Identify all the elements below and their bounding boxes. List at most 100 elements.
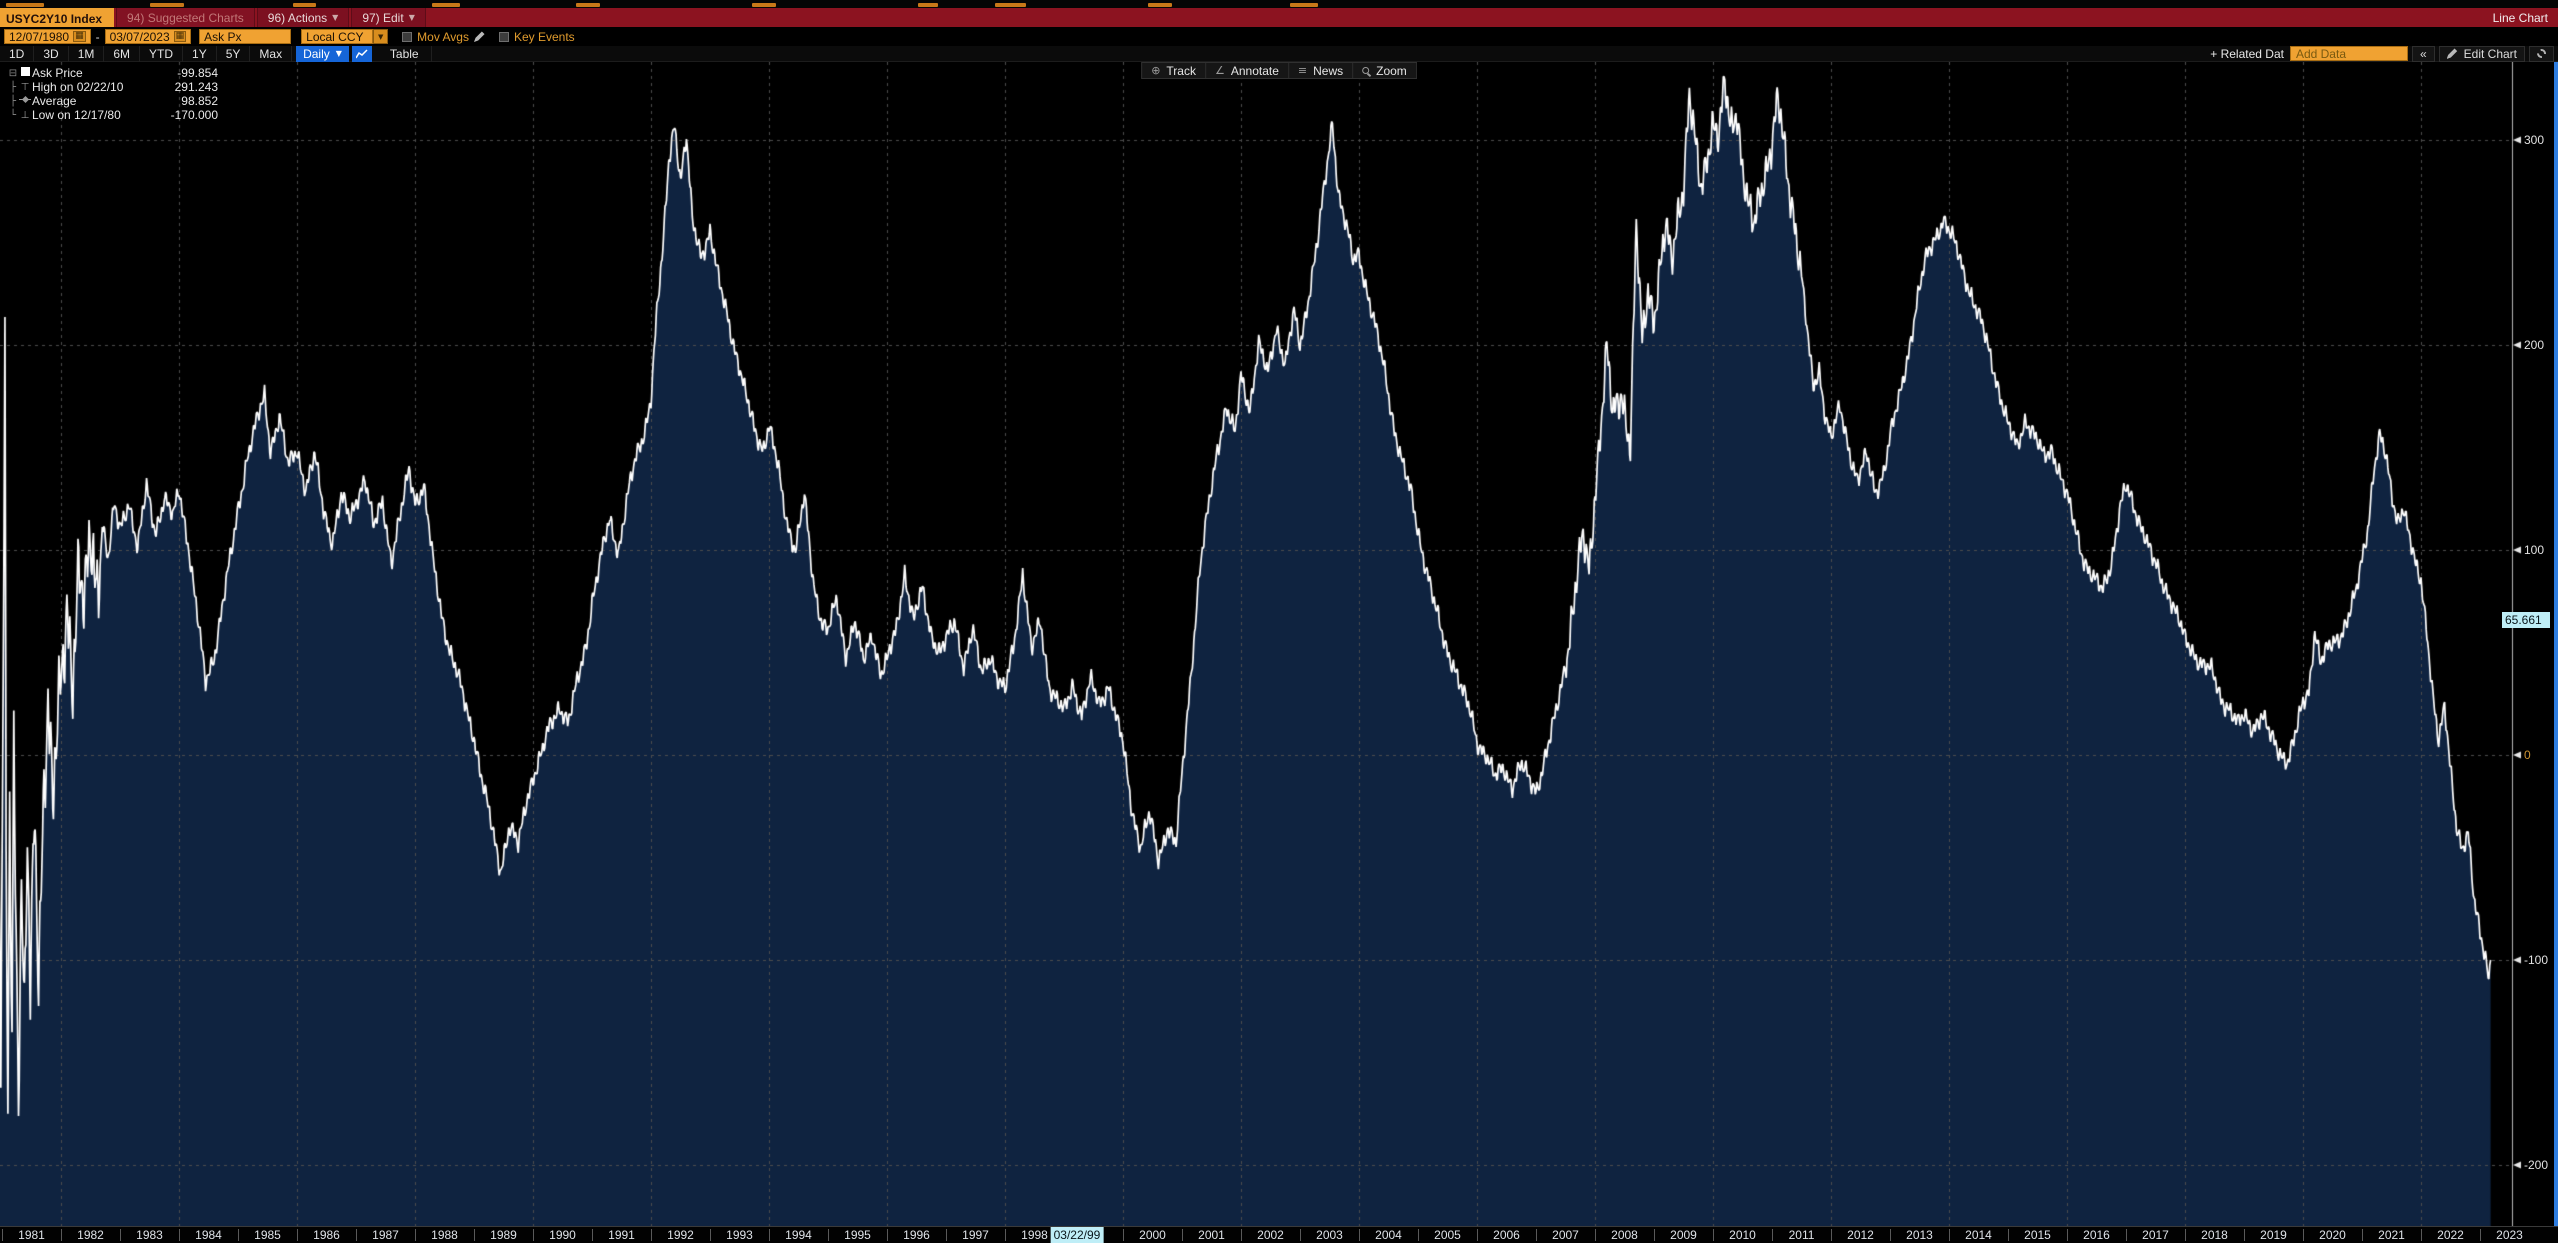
period-tab-1m[interactable]: 1M	[69, 46, 105, 62]
currency-selector[interactable]: Local CCY	[301, 29, 373, 44]
actions-menu[interactable]: 96) Actions ▼	[257, 8, 350, 27]
ticker-fragment	[576, 3, 600, 7]
date-range-separator: -	[96, 30, 100, 44]
series-color-swatch	[21, 67, 30, 76]
chart-legend: ⊟Ask Price-99.854├⊤High on 02/22/10291.2…	[8, 66, 218, 122]
x-axis-separator	[1477, 1229, 1478, 1241]
period-tab-6m[interactable]: 6M	[104, 46, 140, 62]
add-data-input[interactable]: Add Data	[2290, 46, 2408, 61]
x-axis-separator	[2185, 1229, 2186, 1241]
x-tick-1983: 1983	[136, 1228, 163, 1242]
x-tick-1990: 1990	[549, 1228, 576, 1242]
x-tick-1987: 1987	[372, 1228, 399, 1242]
collapse-panel-button[interactable]: «	[2412, 46, 2435, 62]
track-button[interactable]: ⊕Track	[1142, 63, 1206, 78]
x-axis-separator	[946, 1229, 947, 1241]
zoom-label: Zoom	[1376, 64, 1407, 78]
x-tick-2006: 2006	[1493, 1228, 1520, 1242]
related-data-label[interactable]: + Related Dat	[2210, 47, 2284, 61]
date-from-value: 12/07/1980	[9, 30, 69, 44]
legend-value: -170.000	[160, 108, 218, 122]
chart-settings-button[interactable]	[2529, 46, 2554, 62]
period-tab-max[interactable]: Max	[250, 46, 292, 62]
period-tab-1y[interactable]: 1Y	[183, 46, 217, 62]
key-events-checkbox[interactable]	[499, 32, 509, 42]
pencil-icon[interactable]	[474, 31, 485, 42]
edit-chart-button[interactable]: Edit Chart	[2439, 46, 2525, 62]
x-tick-1985: 1985	[254, 1228, 281, 1242]
price-chart-canvas[interactable]	[0, 62, 2558, 1226]
x-tick-1984: 1984	[195, 1228, 222, 1242]
table-button[interactable]: Table	[378, 46, 432, 62]
zoom-button[interactable]: Zoom	[1353, 63, 1416, 78]
date-from-field[interactable]: 12/07/1980 ▦	[4, 29, 91, 44]
legend-label: Average	[32, 94, 160, 108]
x-axis-separator	[1595, 1229, 1596, 1241]
x-tick-2008: 2008	[1611, 1228, 1638, 1242]
y-tick--200: -200	[2524, 1158, 2548, 1172]
date-to-field[interactable]: 03/07/2023 ▦	[105, 29, 192, 44]
x-axis-separator	[2303, 1229, 2304, 1241]
chevron-down-icon: ▼	[336, 49, 342, 58]
legend-tree-glyph: ├	[8, 96, 18, 107]
x-axis-separator	[474, 1229, 475, 1241]
actions-label: 96) Actions	[268, 11, 327, 25]
frequency-dropdown[interactable]: Daily ▼	[296, 46, 349, 62]
zoom-magnifier-icon	[1362, 67, 1369, 74]
legend-row-series-swatch[interactable]: ⊟Ask Price-99.854	[8, 66, 218, 80]
window-edge-stripe[interactable]	[2554, 62, 2558, 1226]
x-tick-2009: 2009	[1670, 1228, 1697, 1242]
currency-dropdown-button[interactable]: ▼	[373, 29, 388, 44]
legend-row-low[interactable]: └⊥Low on 12/17/80-170.000	[8, 108, 218, 122]
average-marker-icon	[19, 95, 31, 104]
price-field-selector[interactable]: Ask Px	[199, 29, 291, 44]
legend-tree-glyph: ⊟	[8, 68, 18, 79]
period-bar: 1D3D1M6MYTD1Y5YMax Daily ▼ Table + Relat…	[0, 46, 2558, 62]
period-tab-3d[interactable]: 3D	[34, 46, 68, 62]
chart-type-button[interactable]	[352, 46, 372, 62]
annotate-label: Annotate	[1231, 64, 1279, 78]
legend-tree-glyph: ├	[8, 82, 18, 93]
news-button[interactable]: ≡News	[1289, 63, 1353, 78]
edit-menu[interactable]: 97) Edit ▼	[351, 8, 426, 27]
chevron-down-icon: ▼	[332, 13, 338, 22]
mov-avgs-checkbox[interactable]	[402, 32, 412, 42]
x-axis-separator	[61, 1229, 62, 1241]
x-tick-2012: 2012	[1847, 1228, 1874, 1242]
annotate-button[interactable]: ∠Annotate	[1206, 63, 1289, 78]
chevron-down-icon: ▼	[409, 13, 415, 22]
period-tab-5y[interactable]: 5Y	[217, 46, 251, 62]
x-axis-separator	[828, 1229, 829, 1241]
ticker-tab[interactable]: USYC2Y10 Index	[0, 8, 114, 27]
x-tick-1986: 1986	[313, 1228, 340, 1242]
x-tick-1992: 1992	[667, 1228, 694, 1242]
x-tick-1982: 1982	[77, 1228, 104, 1242]
x-axis-separator	[1300, 1229, 1301, 1241]
y-tick-300: 300	[2524, 133, 2544, 147]
x-tick-2004: 2004	[1375, 1228, 1402, 1242]
pencil-icon	[2447, 48, 2458, 59]
ticker-fragment	[150, 3, 184, 7]
chart-toolbar: ⊕Track∠Annotate≡News Zoom	[1141, 62, 1417, 79]
tracked-date-badge: 03/22/99	[1051, 1227, 1104, 1243]
currency-value: Local CCY	[306, 30, 363, 44]
date-to-value: 03/07/2023	[110, 30, 170, 44]
x-tick-2011: 2011	[1789, 1228, 1815, 1242]
edit-label: 97) Edit	[362, 11, 403, 25]
legend-label: Low on 12/17/80	[32, 108, 160, 122]
x-axis: 1981198219831984198519861987198819891990…	[0, 1226, 2558, 1243]
suggested-charts-menu[interactable]: 94) Suggested Charts	[116, 8, 255, 27]
key-events-label: Key Events	[514, 30, 575, 44]
track-crosshair-icon: ⊕	[1151, 64, 1160, 77]
x-axis-separator	[356, 1229, 357, 1241]
period-tab-ytd[interactable]: YTD	[140, 46, 183, 62]
calendar-icon[interactable]: ▦	[73, 31, 86, 42]
x-axis-separator	[2008, 1229, 2009, 1241]
clipped-ticker-strip	[0, 0, 2558, 8]
legend-row-high[interactable]: ├⊤High on 02/22/10291.243	[8, 80, 218, 94]
period-tab-1d[interactable]: 1D	[0, 46, 34, 62]
calendar-icon[interactable]: ▦	[174, 31, 187, 42]
x-axis-separator	[238, 1229, 239, 1241]
legend-row-average[interactable]: ├Average98.852	[8, 94, 218, 108]
x-axis-separator	[1713, 1229, 1714, 1241]
